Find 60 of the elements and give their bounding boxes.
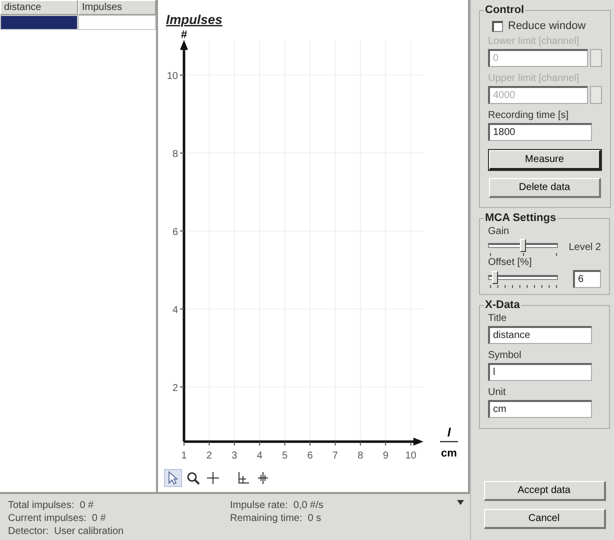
tick-label: 8 [358, 450, 364, 462]
slider-track[interactable] [488, 239, 558, 255]
slider-track[interactable] [488, 271, 558, 287]
input-field[interactable]: 6 [573, 270, 601, 288]
tick-label: 2 [206, 450, 212, 462]
action-button[interactable]: Cancel [484, 509, 606, 529]
pointer-icon [168, 471, 178, 485]
slider-thumb[interactable] [520, 239, 526, 252]
field-label: Symbol [488, 350, 522, 361]
tick-label: 4 [256, 450, 262, 462]
tick-label: 4 [172, 305, 178, 316]
tick-label: 1 [181, 450, 187, 462]
action-button[interactable]: Accept data [484, 481, 606, 501]
input-field[interactable]: distance [488, 326, 592, 344]
status-text: Current impulses: 0 # [8, 513, 107, 524]
slider-thumb[interactable] [492, 271, 498, 284]
status-text: Detector: User calibration [8, 526, 125, 537]
chart-title: Impulses [166, 12, 222, 27]
axes-icon [236, 471, 250, 485]
crosshair-icon [206, 471, 220, 485]
table-cell[interactable] [0, 15, 78, 30]
search-icon [186, 471, 200, 485]
slider-reading: Level 2 [568, 242, 601, 252]
y-axis-label: # [180, 29, 188, 41]
dropdown-icon[interactable] [457, 500, 464, 505]
move-icon [256, 471, 270, 485]
x-axis-unit: cm [441, 448, 457, 460]
group-title: X-Data [484, 299, 521, 311]
tick-label: 8 [172, 149, 178, 160]
chart-tool-button[interactable] [204, 469, 222, 487]
tick-label: 2 [172, 383, 178, 394]
checkbox[interactable] [492, 20, 503, 32]
action-button[interactable]: Delete data [489, 178, 601, 198]
status-text: Total impulses: 0 # [8, 500, 95, 511]
status-text: Impulse rate: 0,0 #/s [230, 500, 324, 511]
checkbox-label: Reduce window [508, 20, 586, 32]
group-title: MCA Settings [484, 212, 558, 224]
tick-label: 6 [172, 227, 178, 238]
status-text: Remaining time: 0 s [230, 513, 322, 524]
tick-label: 10 [405, 450, 416, 462]
tick-label: 5 [282, 450, 288, 462]
action-button[interactable]: Measure [489, 150, 601, 170]
field-label: Recording time [s] [488, 110, 570, 121]
field-label: Unit [488, 387, 507, 398]
table-cell[interactable] [78, 15, 156, 30]
column-header[interactable]: Impulses [78, 0, 156, 15]
tick-label: 3 [232, 450, 238, 462]
field-label: Title [488, 313, 508, 324]
input-field[interactable]: l [488, 363, 592, 381]
column-header[interactable]: distance [0, 0, 78, 15]
group-title: Control [484, 4, 526, 16]
tick-label: 9 [382, 450, 388, 462]
tick-label: 10 [166, 71, 178, 82]
input-field[interactable]: 1800 [488, 123, 592, 141]
x-axis-label: l [447, 426, 451, 440]
slider-label: Gain [488, 226, 510, 237]
tick-label: 6 [307, 450, 313, 462]
tick-label: 7 [332, 450, 338, 462]
input-field[interactable]: cm [488, 400, 592, 418]
slider-label: Offset [%] [488, 257, 533, 268]
